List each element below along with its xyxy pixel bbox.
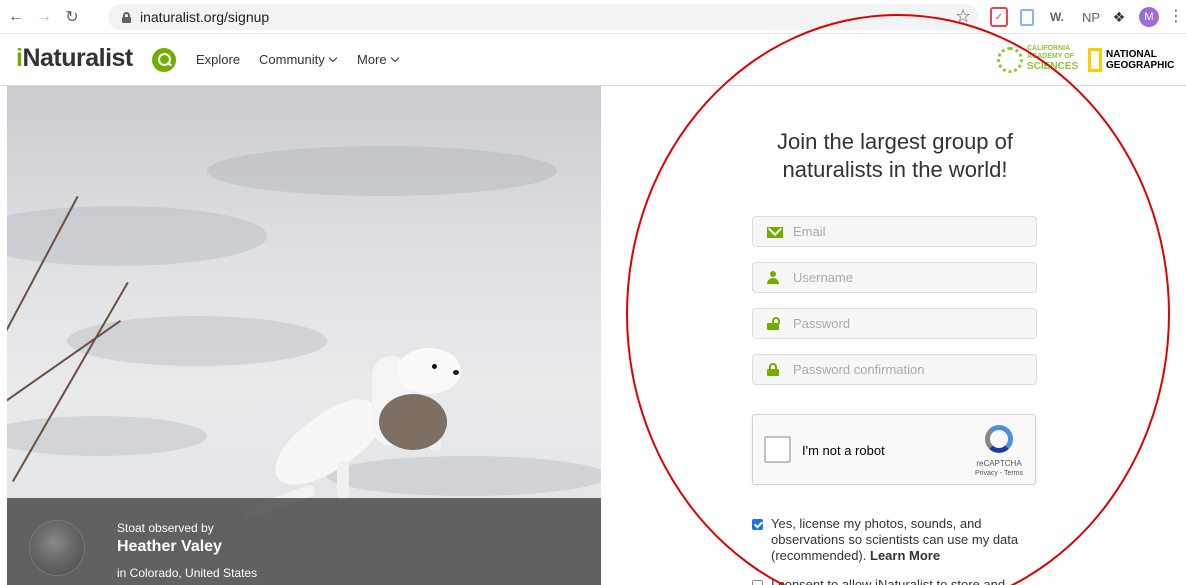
lock-icon [122,11,131,23]
recaptcha-checkbox[interactable] [764,436,791,463]
docs-extension-icon[interactable] [1020,9,1034,26]
nav-more[interactable]: More [357,52,399,67]
data-storage-consent: I consent to allow iNaturalist to store … [752,577,1042,585]
profile-avatar[interactable]: M [1139,7,1159,27]
chevron-down-icon [328,53,337,63]
observer-avatar[interactable] [29,520,85,576]
recaptcha-logo-icon [985,425,1013,453]
learn-more-link[interactable]: Learn More [870,548,940,563]
sun-icon [997,47,1023,73]
pocket-extension-icon[interactable]: ✓ [990,7,1008,27]
recaptcha-widget: I'm not a robot reCAPTCHA Privacy - Term… [752,414,1036,485]
observer-name-link[interactable]: Heather Valey [117,538,222,556]
reload-icon[interactable]: ↻ [60,5,84,29]
password-confirmation-field[interactable]: Password confirmation [752,354,1037,385]
lock-icon [767,362,783,377]
url-text: inaturalist.org/signup [140,9,270,25]
browser-menu-icon[interactable]: ⋮ [1168,6,1184,26]
user-icon [767,270,783,285]
lock-open-icon [767,316,783,331]
photo-caption: Stoat observed by Heather Valey in Color… [7,498,601,585]
address-bar[interactable]: inaturalist.org/signup [108,4,978,30]
back-arrow-icon[interactable]: ← [4,5,28,29]
extensions-puzzle-icon[interactable]: ❖ [1110,7,1128,27]
signup-heading: Join the largest group of naturalists in… [776,129,1014,182]
license-consent: Yes, license my photos, sounds, and obse… [752,516,1042,564]
email-field[interactable]: Email [752,216,1037,247]
np-extension-icon[interactable]: NP [1080,7,1102,27]
bookmark-star-icon[interactable]: ☆ [955,6,971,27]
license-checkbox[interactable] [752,519,763,530]
prey-rodent [379,394,447,450]
nav-community[interactable]: Community [259,52,337,67]
forward-arrow-icon[interactable]: → [32,5,56,29]
california-academy-logo[interactable]: CALIFORNIA ACADEMY OF SCIENCES [997,44,1078,76]
national-geographic-logo[interactable]: NATIONAL GEOGRAPHIC [1088,47,1174,73]
username-field[interactable]: Username [752,262,1037,293]
chevron-down-icon [390,53,399,63]
red-annotation-ellipse [626,14,1170,585]
inaturalist-logo[interactable]: iNaturalist [16,44,133,73]
password-field[interactable]: Password [752,308,1037,339]
nav-explore[interactable]: Explore [196,52,240,67]
stoat [397,348,461,394]
storage-consent-checkbox[interactable] [752,580,763,585]
envelope-icon [767,225,783,239]
search-icon[interactable] [152,48,176,72]
yellow-frame-icon [1088,48,1102,72]
wordtune-extension-icon[interactable]: W. [1045,7,1069,27]
recaptcha-privacy-terms-link[interactable]: Privacy - Terms [971,470,1027,477]
site-header: iNaturalist Explore Community More CALIF… [0,34,1186,86]
